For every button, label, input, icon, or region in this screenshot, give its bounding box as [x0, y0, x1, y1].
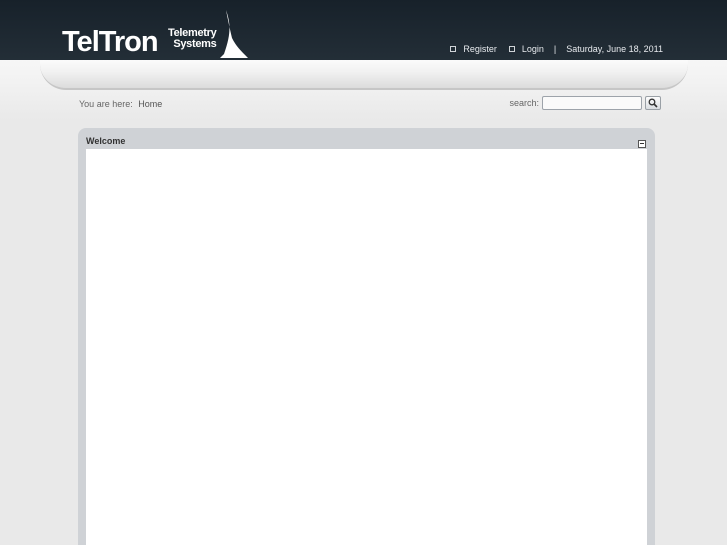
search-box: search: [509, 96, 661, 110]
login-link[interactable]: Login [508, 44, 544, 54]
search-button[interactable] [645, 96, 661, 110]
search-label: search: [509, 98, 539, 108]
current-date: Saturday, June 18, 2011 [566, 44, 663, 54]
search-input[interactable] [542, 96, 642, 110]
antenna-logo-icon [220, 10, 248, 58]
magnifier-icon [648, 98, 658, 108]
logo-subtitle: Telemetry Systems [168, 28, 217, 50]
top-links: Register Login | Saturday, June 18, 2011 [450, 44, 663, 54]
register-label: Register [463, 44, 497, 54]
breadcrumb-home-link[interactable]: Home [138, 99, 162, 109]
logo-main-text: TelTron [62, 26, 159, 58]
minimize-icon[interactable] [638, 140, 646, 148]
logo-subtitle-line2: Systems [173, 38, 217, 50]
panel-title: Welcome [86, 136, 126, 146]
breadcrumb: You are here: Home [79, 99, 162, 109]
bullet-square-icon [450, 46, 457, 52]
register-link[interactable]: Register [450, 44, 497, 54]
panel-content [86, 149, 647, 545]
link-separator: | [553, 44, 557, 54]
breadcrumb-prefix: You are here: [79, 99, 133, 109]
login-label: Login [521, 44, 544, 54]
welcome-panel: Welcome [78, 128, 655, 545]
top-header: TelTron Telemetry Systems Register Login… [0, 0, 727, 60]
site-logo[interactable]: TelTron Telemetry Systems [62, 10, 252, 60]
header-band [40, 60, 688, 90]
bullet-square-icon [508, 46, 515, 52]
